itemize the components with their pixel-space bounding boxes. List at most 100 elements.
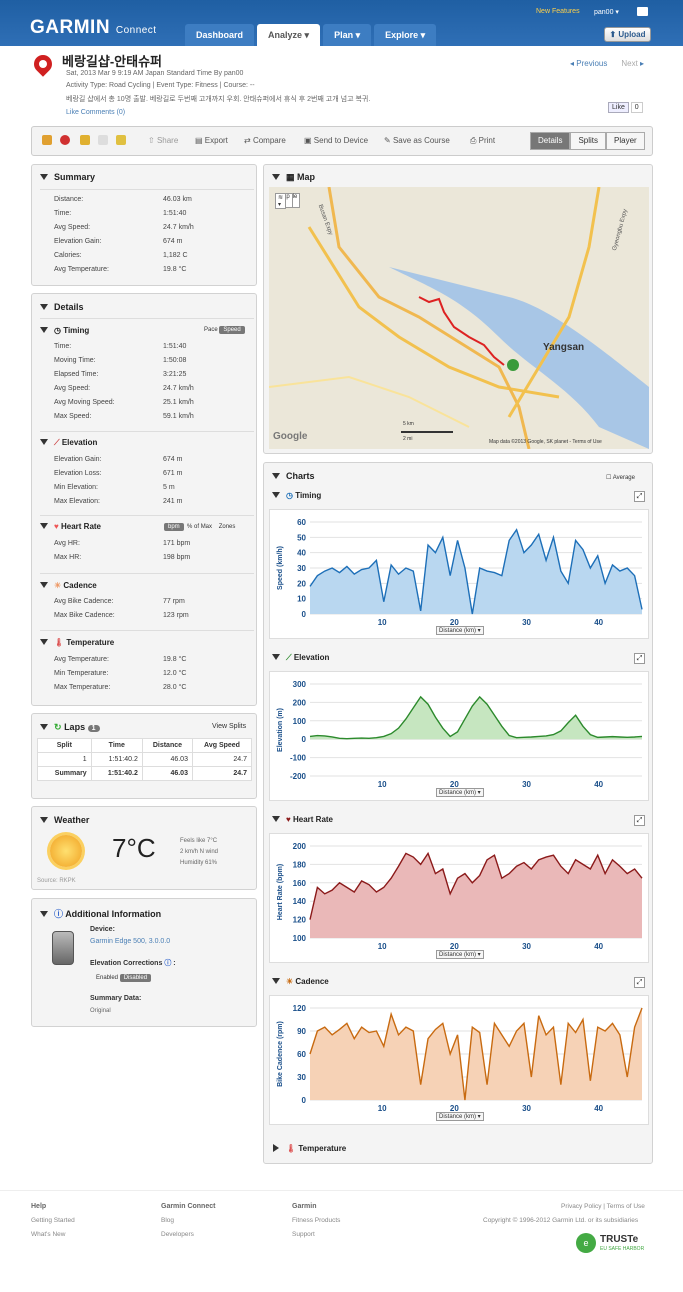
speed-toggle[interactable]: Speed (219, 326, 245, 334)
mail-icon[interactable] (637, 7, 648, 16)
delete-icon[interactable] (60, 135, 70, 145)
activity-description[interactable]: 베랑길 샵에서 총 10명 출발. 베랑길로 두번째 고개까지 우회. 안태슈퍼… (66, 94, 370, 104)
distance-axis-select[interactable]: Distance (km) ▾ (436, 950, 484, 959)
detail-value: 59.1 km/h (163, 413, 194, 420)
y-axis-label: Elevation (m) (277, 708, 284, 752)
new-features-link[interactable]: New Features (536, 8, 580, 15)
layers-icon[interactable]: ≋ ▾ (275, 193, 287, 209)
weather-header[interactable]: Weather (40, 815, 89, 825)
export-button[interactable]: ▤ Export (195, 136, 228, 145)
footer-link[interactable]: What's New (31, 1231, 65, 1238)
edit-icon[interactable] (42, 135, 52, 145)
tab-details[interactable]: Details (530, 132, 571, 150)
y-tick-label: 180 (293, 860, 307, 869)
summary-header[interactable]: Summary (40, 172, 95, 182)
distance-axis-select[interactable]: Distance (km) ▾ (436, 788, 484, 797)
x-tick-label: 30 (522, 780, 531, 789)
footer-link[interactable]: Support (292, 1231, 315, 1238)
send-to-device-button[interactable]: ▣ Send to Device (304, 136, 368, 145)
compare-button[interactable]: ⇄ Compare (244, 136, 286, 145)
footer-link[interactable]: Fitness Products (292, 1217, 340, 1224)
chart-svg: -200-100010020030010 20 30 40Elevation (m) (277, 680, 643, 789)
map-credit[interactable]: Map data ©2013 Google, SK planet - Terms… (489, 439, 602, 445)
star-icon[interactable] (98, 135, 108, 145)
timing-section-header[interactable]: ◷ Timing (40, 326, 89, 335)
temperature-chart-header[interactable]: 🌡 Temperature (272, 1144, 346, 1153)
additional-info-header[interactable]: ⓘ Additional Information (40, 907, 161, 920)
heart-rate-section-header[interactable]: ♥ Heart Rate (40, 522, 101, 531)
table-row[interactable]: Summary 1:51:40.2 46.03 24.7 (37, 766, 253, 781)
footer-link[interactable]: Getting Started (31, 1217, 75, 1224)
distance-axis-select[interactable]: Distance (km) ▾ (436, 626, 484, 635)
garmin-logo[interactable]: GARMIN Connect (30, 17, 157, 39)
map-city-label: Yangsan (543, 342, 585, 353)
charts-header[interactable]: Charts (272, 471, 315, 481)
chart-header-3[interactable]: ☀ Cadence (272, 977, 329, 986)
summary-value: 24.7 km/h (163, 224, 194, 231)
route-map[interactable]: ＋ － Google ▾ Map ▾ ≋ ▾ Yangsan Busan Exp… (269, 187, 649, 449)
pct-max-toggle[interactable]: % of Max (187, 524, 212, 530)
table-row[interactable]: 1 1:51:40.2 46.03 24.7 (37, 752, 253, 767)
truste-seal[interactable]: e TRUSTe EU SAFE HARBOR (576, 1233, 652, 1255)
nav-analyze[interactable]: Analyze ▾ (257, 24, 321, 46)
laps-header[interactable]: ↻ Laps 1 (40, 722, 100, 733)
expand-icon[interactable]: ⤢ (634, 977, 645, 988)
print-button[interactable]: ⎙ Print (470, 136, 495, 146)
detail-label: Max Elevation: (54, 498, 100, 505)
bpm-toggle[interactable]: bpm (164, 523, 184, 531)
detail-label: Avg Temperature: (54, 656, 109, 663)
y-tick-label: 10 (297, 595, 306, 604)
chart-0[interactable]: 0 10 20 30 40 50 60 10 20 30 40 Speed (km/h) Distanc… (269, 509, 649, 639)
device-link[interactable]: Garmin Edge 500, 3.0.0.0 (90, 938, 170, 945)
previous-link[interactable]: Previous (576, 59, 607, 68)
like-comments-links[interactable]: Like Comments (0) (66, 109, 125, 116)
chart-header-0[interactable]: ◷ Timing (272, 491, 321, 500)
detail-value: 674 m (163, 456, 183, 463)
chart-3[interactable]: 0 30 60 90 120 10 20 30 40 Bike Cadence (rpm) Dist… (269, 995, 649, 1125)
activity-title[interactable]: 베랑길샵-안태슈퍼 (62, 51, 162, 70)
badge-icon[interactable] (116, 135, 126, 145)
nav-dashboard[interactable]: Dashboard (185, 24, 255, 46)
map-header[interactable]: ▦ Map (272, 172, 315, 183)
details-header[interactable]: Details (40, 302, 84, 312)
series-area (310, 696, 642, 740)
tab-player[interactable]: Player (606, 132, 645, 150)
chart-header-1[interactable]: ⟋ Elevation (272, 653, 329, 663)
temperature-section-header[interactable]: 🌡 Temperature (40, 638, 114, 647)
cadence-section-header[interactable]: ☀ Cadence (40, 581, 97, 590)
expand-icon[interactable]: ⤢ (634, 815, 645, 826)
user-menu[interactable]: pan00 ▾ (594, 8, 619, 16)
summary-value: 1,182 C (163, 252, 188, 259)
pace-toggle[interactable]: Pace (204, 327, 218, 333)
save-as-course-button[interactable]: ✎ Save as Course (384, 136, 450, 145)
chart-header-2[interactable]: ♥ Heart Rate (272, 815, 333, 824)
facebook-like[interactable]: Like 0 (608, 102, 643, 113)
nav-plan[interactable]: Plan ▾ (323, 24, 372, 46)
expand-icon[interactable]: ⤢ (634, 491, 645, 502)
detail-label: Avg Bike Cadence: (54, 598, 114, 605)
chart-2[interactable]: 100 120 140 160 180 200 10 20 30 40 Heart Rate (bp… (269, 833, 649, 963)
laps-table: Split Time Distance Avg Speed 1 1:51:40.2 46.… (37, 738, 253, 781)
view-tabs: Details Splits Player (530, 132, 645, 150)
zones-toggle[interactable]: Zones (219, 524, 236, 530)
activity-toolbar: ⇧ Share ▤ Export ⇄ Compare ▣ Send to Dev… (31, 126, 653, 156)
elev-disabled-toggle[interactable]: Disabled (119, 974, 152, 982)
footer-link[interactable]: Blog (161, 1217, 174, 1224)
detail-value: 19.8 °C (163, 656, 187, 663)
upload-button[interactable]: ⬆ Upload (604, 27, 651, 42)
lock-icon[interactable] (80, 135, 90, 145)
weather-temp: 7°C (112, 833, 156, 863)
average-checkbox[interactable]: ☐ Average (606, 474, 635, 481)
elev-enabled-toggle[interactable]: Enabled (96, 975, 118, 981)
view-splits-link[interactable]: View Splits (212, 723, 246, 730)
nav-explore[interactable]: Explore ▾ (374, 24, 437, 46)
share-button[interactable]: ⇧ Share (148, 136, 178, 145)
chart-1[interactable]: -200 -100 0 100 200 300 10 20 30 40 Elevation (m) D… (269, 671, 649, 801)
x-tick-label: 30 (522, 618, 531, 627)
footer-link[interactable]: Developers (161, 1231, 194, 1238)
privacy-link[interactable]: Privacy Policy | Terms of Use (561, 1203, 645, 1210)
distance-axis-select[interactable]: Distance (km) ▾ (436, 1112, 484, 1121)
tab-splits[interactable]: Splits (570, 132, 607, 150)
expand-icon[interactable]: ⤢ (634, 653, 645, 664)
elevation-section-header[interactable]: ⟋ Elevation (40, 438, 97, 448)
